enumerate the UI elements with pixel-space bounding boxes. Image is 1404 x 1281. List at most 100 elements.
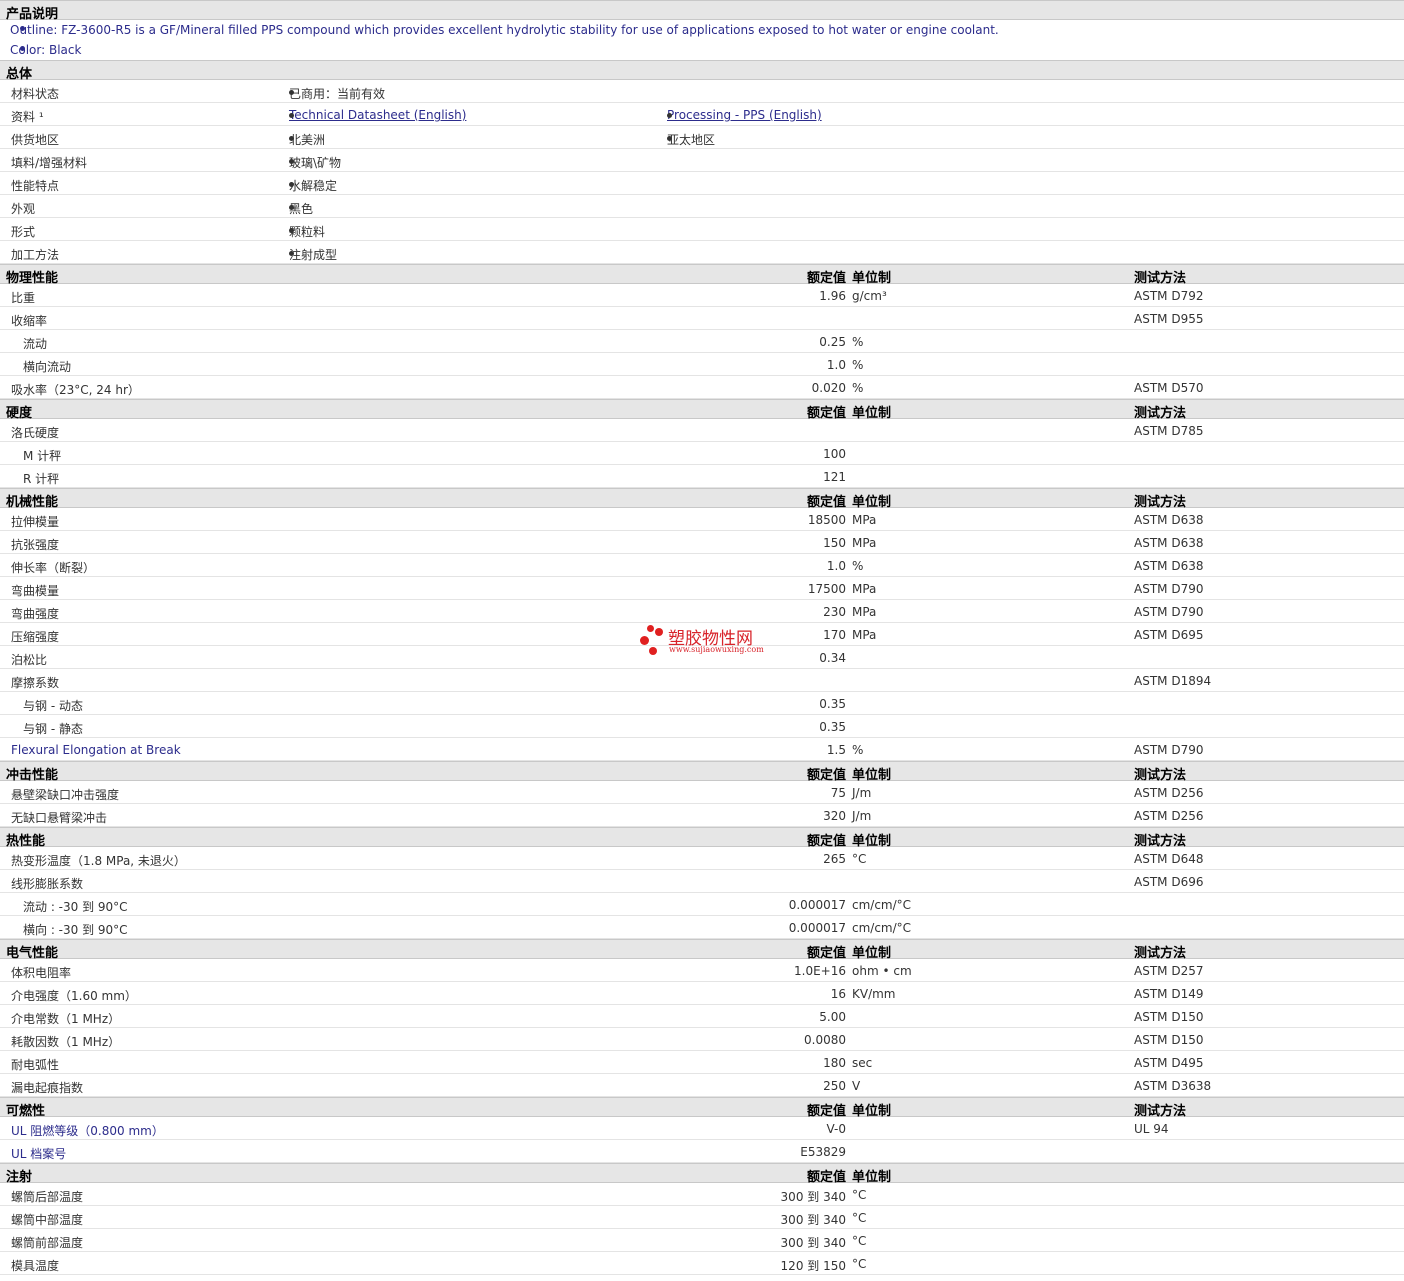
test-method: ASTM D785 — [1134, 424, 1204, 438]
general-value: 已商用：当前有效 — [289, 85, 385, 102]
property-value: 300 到 340 — [780, 1213, 846, 1227]
property-unit: MPa — [852, 628, 877, 642]
property-value: 17500 — [807, 582, 846, 596]
section-header: 硬度 额定值 单位制 测试方法 — [0, 399, 1404, 421]
property-value: 0.34 — [819, 651, 846, 665]
property-label: 弯曲模量 — [11, 584, 60, 598]
bullet-icon — [20, 46, 25, 51]
bullet-icon — [289, 113, 294, 118]
section-header: 物理性能 额定值 单位制 测试方法 — [0, 264, 1404, 286]
test-method: ASTM D3638 — [1134, 1079, 1212, 1093]
test-method: ASTM D256 — [1134, 809, 1204, 823]
property-label: 流动 : -30 到 90°C — [23, 900, 128, 914]
test-method: ASTM D495 — [1134, 1056, 1204, 1070]
property-value: 230 — [823, 605, 846, 619]
property-row: 螺筒前部温度 300 到 340 °C — [0, 1229, 1404, 1252]
property-row: 吸水率（23°C, 24 hr） 0.020% ASTM D570 — [0, 376, 1404, 399]
property-value: 320 — [823, 809, 846, 823]
property-value: 1.0E+16 — [794, 964, 846, 978]
property-row: 与钢 - 动态 0.35 — [0, 692, 1404, 715]
datasheet-link[interactable]: Technical Datasheet (English) — [289, 108, 466, 122]
general-table: 材料状态 已商用：当前有效 资料 ¹ Technical Datasheet (Eng… — [0, 80, 1404, 264]
property-unit: °C — [852, 852, 867, 866]
general-row: 加工方法 注射成型 — [0, 241, 1404, 264]
property-unit: MPa — [852, 605, 877, 619]
bullet-icon — [289, 182, 294, 187]
general-label: 材料状态 — [11, 87, 60, 101]
property-row: 螺筒后部温度 300 到 340 °C — [0, 1183, 1404, 1206]
property-label: 漏电起痕指数 — [11, 1081, 84, 1095]
general-value-text: 颗粒料 — [289, 225, 326, 239]
test-method: UL 94 — [1134, 1122, 1169, 1136]
property-label: 横向 : -30 到 90°C — [23, 923, 128, 937]
description-line: Color: Black — [0, 40, 1404, 60]
general-value-text: 注射成型 — [289, 248, 338, 262]
property-row: 无缺口悬臂梁冲击 320 J/m ASTM D256 — [0, 804, 1404, 827]
property-label: 介电常数（1 MHz） — [11, 1012, 121, 1026]
general-label: 填料/增强材料 — [11, 156, 88, 170]
property-label: 热变形温度（1.8 MPa, 未退火） — [11, 854, 186, 868]
property-label: 螺筒中部温度 — [11, 1213, 84, 1227]
property-label: 介电强度（1.60 mm） — [11, 989, 137, 1003]
property-row: 横向 : -30 到 90°C 0.000017 cm/cm/°C — [0, 916, 1404, 939]
bullet-icon — [289, 205, 294, 210]
bullet-icon — [289, 228, 294, 233]
property-unit: °C — [852, 1257, 867, 1271]
test-method: ASTM D648 — [1134, 852, 1204, 866]
test-method: ASTM D149 — [1134, 987, 1204, 1001]
property-value: E53829 — [800, 1145, 846, 1159]
property-value: 18500 — [807, 513, 846, 527]
property-value: 75 — [830, 786, 846, 800]
general-row: 材料状态 已商用：当前有效 — [0, 80, 1404, 103]
property-value: 150 — [823, 536, 846, 550]
property-value: 0.020 — [811, 381, 846, 395]
property-label: 体积电阻率 — [11, 966, 72, 980]
general-value-text: 水解稳定 — [289, 179, 338, 193]
bullet-icon — [289, 251, 294, 256]
property-unit: % — [852, 335, 864, 349]
property-label: 与钢 - 动态 — [23, 699, 83, 713]
property-label: R 计秤 — [23, 472, 60, 486]
property-row: 热变形温度（1.8 MPa, 未退火） 265 °C ASTM D648 — [0, 847, 1404, 870]
section-header: 热性能 额定值 单位制 测试方法 — [0, 827, 1404, 849]
property-unit: MPa — [852, 582, 877, 596]
property-unit: g/cm³ — [852, 289, 887, 303]
section-header: 可燃性 额定值 单位制 测试方法 — [0, 1097, 1404, 1119]
property-label: UL 阻燃等级（0.800 mm） — [11, 1124, 164, 1138]
property-row: 伸长率（断裂） 1.0% ASTM D638 — [0, 554, 1404, 577]
property-label: 横向流动 — [23, 360, 72, 374]
property-value: 250 — [823, 1079, 846, 1093]
general-value-text: 玻璃\矿物 — [289, 156, 342, 170]
processing-link[interactable]: Processing - PPS (English) — [667, 108, 822, 122]
general-value-2: 亚太地区 — [667, 131, 715, 148]
property-value: 1.96 — [819, 289, 846, 303]
property-label: 拉伸模量 — [11, 515, 60, 529]
property-row: R 计秤 121 — [0, 465, 1404, 488]
property-label: 耐电弧性 — [11, 1058, 60, 1072]
property-label: 洛氏硬度 — [11, 426, 60, 440]
property-unit: J/m — [852, 809, 872, 823]
bullet-icon — [20, 26, 25, 31]
section-header: 冲击性能 额定值 单位制 测试方法 — [0, 761, 1404, 783]
general-value-text: 已商用：当前有效 — [289, 87, 386, 101]
general-value: 北美洲 — [289, 131, 325, 148]
property-row: 漏电起痕指数 250 V ASTM D3638 — [0, 1074, 1404, 1097]
general-value-2: Processing - PPS (English) — [667, 108, 822, 122]
property-value: 265 — [823, 852, 846, 866]
bullet-icon — [667, 113, 672, 118]
test-method: ASTM D150 — [1134, 1010, 1204, 1024]
property-label: 抗张强度 — [11, 538, 60, 552]
general-value: 玻璃\矿物 — [289, 154, 341, 171]
property-label: 模具温度 — [11, 1259, 60, 1273]
property-unit: KV/mm — [852, 987, 896, 1001]
test-method: ASTM D790 — [1134, 605, 1204, 619]
property-unit: °C — [852, 1188, 867, 1202]
test-method: ASTM D1894 — [1134, 674, 1212, 688]
general-row: 形式 颗粒料 — [0, 218, 1404, 241]
general-label: 性能特点 — [11, 179, 60, 193]
property-row: 流动 0.25% — [0, 330, 1404, 353]
property-label: Flexural Elongation at Break — [11, 743, 181, 757]
property-value: 121 — [823, 470, 846, 484]
test-method: ASTM D792 — [1134, 289, 1204, 303]
property-value: 1.0 — [826, 559, 846, 573]
